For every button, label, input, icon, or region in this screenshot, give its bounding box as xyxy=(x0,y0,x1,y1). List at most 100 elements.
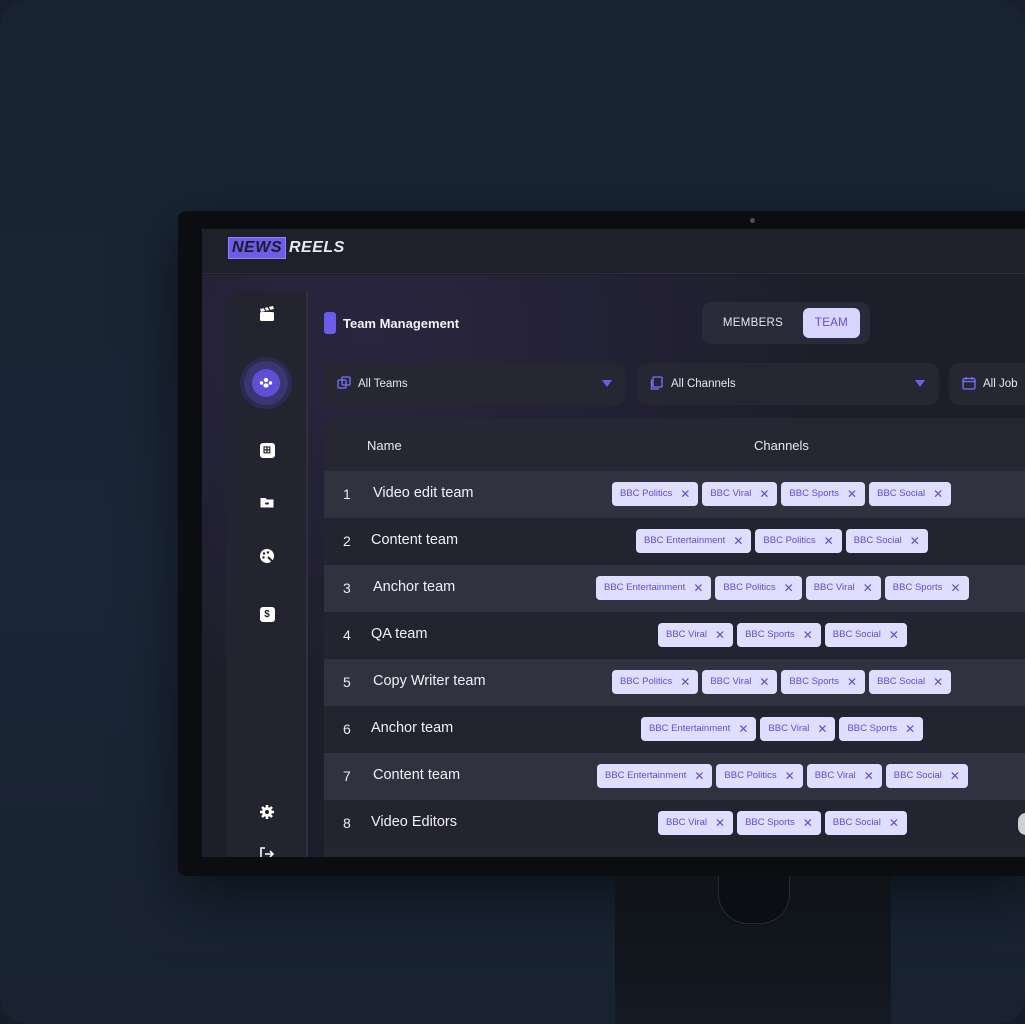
stand-notch xyxy=(718,876,790,924)
page-header: Team Management xyxy=(324,312,459,334)
dollar-icon[interactable]: $ xyxy=(257,603,277,623)
settings-icon[interactable] xyxy=(257,804,277,824)
channel-chip: BBC Politics ✕ xyxy=(612,482,699,506)
channel-chip: BBC Politics ✕ xyxy=(716,764,803,788)
logout-icon[interactable] xyxy=(257,846,277,857)
table-row[interactable]: 5 Copy Writer team BBC Politics ✕ BBC Viral ✕… xyxy=(324,659,1025,706)
column-header-channels: Channels xyxy=(754,438,809,453)
remove-chip-icon[interactable]: ✕ xyxy=(863,576,873,600)
remove-chip-icon[interactable]: ✕ xyxy=(803,623,813,647)
remove-chip-icon[interactable]: ✕ xyxy=(864,764,874,788)
row-number: 3 xyxy=(343,580,351,596)
channel-chip: BBC Social ✕ xyxy=(824,623,907,647)
table-row[interactable]: 4 QA team BBC Viral ✕ BBC Sports ✕ BBC Social ✕ xyxy=(324,612,1025,659)
team-tab[interactable]: TEAM xyxy=(803,308,860,338)
remove-chip-icon[interactable]: ✕ xyxy=(910,529,920,553)
channel-chip-label: BBC Politics xyxy=(620,676,673,687)
background-frame: NEWS REELS ⊞ $ Team Management MEMBERS T… xyxy=(0,0,1025,1024)
remove-chip-icon[interactable]: ✕ xyxy=(738,717,748,741)
logo-reels: REELS xyxy=(289,239,345,256)
remove-chip-icon[interactable]: ✕ xyxy=(694,764,704,788)
channel-chip: BBC Politics ✕ xyxy=(715,576,802,600)
channel-chip-label: BBC Entertainment xyxy=(605,770,687,781)
row-number: 7 xyxy=(343,768,351,784)
channel-chips: BBC Viral ✕ BBC Sports ✕ BBC Social ✕ xyxy=(658,811,907,835)
remove-chip-icon[interactable]: ✕ xyxy=(933,482,943,506)
logo[interactable]: NEWS REELS xyxy=(228,237,345,259)
channel-chip: BBC Sports ✕ xyxy=(737,811,821,835)
channel-chip: BBC Viral ✕ xyxy=(806,764,882,788)
channel-chip-label: BBC Politics xyxy=(724,770,777,781)
channel-chip: BBC Politics ✕ xyxy=(612,670,699,694)
remove-chip-icon[interactable]: ✕ xyxy=(715,623,725,647)
channel-chip: BBC Entertainment ✕ xyxy=(641,717,757,741)
remove-chip-icon[interactable]: ✕ xyxy=(847,670,857,694)
filter-channels-dropdown[interactable]: All Channels xyxy=(637,363,939,405)
row-number: 5 xyxy=(343,674,351,690)
channel-chips: BBC Viral ✕ BBC Sports ✕ BBC Social ✕ xyxy=(658,623,907,647)
remove-chip-icon[interactable]: ✕ xyxy=(785,764,795,788)
channel-chip: BBC Sports ✕ xyxy=(884,576,969,600)
channel-chip: BBC Sports ✕ xyxy=(781,482,866,506)
channel-chip-label: BBC Viral xyxy=(710,488,752,499)
channel-chips: BBC Entertainment ✕ BBC Politics ✕ BBC Socia… xyxy=(636,529,928,553)
channel-chip: BBC Sports ✕ xyxy=(737,623,821,647)
channel-chip-label: BBC Social xyxy=(832,817,881,828)
table-row[interactable]: 3 Anchor team BBC Entertainment ✕ BBC Politi… xyxy=(324,565,1025,612)
channel-chip-label: BBC Viral xyxy=(710,676,752,687)
channel-chip: BBC Viral ✕ xyxy=(702,482,778,506)
table-row[interactable]: 2 Content team BBC Entertainment ✕ BBC Polit… xyxy=(324,518,1025,565)
grid-icon[interactable]: ⊞ xyxy=(257,439,277,459)
calendar-icon xyxy=(962,376,976,393)
remove-chip-icon[interactable]: ✕ xyxy=(784,576,794,600)
remove-chip-icon[interactable]: ✕ xyxy=(905,717,915,741)
channel-chip: BBC Viral ✕ xyxy=(760,717,836,741)
table-row[interactable]: 6 Anchor team BBC Entertainment ✕ BBC Viral ✕… xyxy=(324,706,1025,753)
channel-chip-label: BBC Sports xyxy=(789,488,840,499)
channel-chip: BBC Entertainment ✕ xyxy=(636,529,752,553)
remove-chip-icon[interactable]: ✕ xyxy=(889,623,899,647)
table-row[interactable]: 8 Video Editors BBC Viral ✕ BBC Sports ✕ BBC S… xyxy=(324,800,1025,847)
filter-job-dropdown[interactable]: All Job xyxy=(949,363,1025,405)
remove-chip-icon[interactable]: ✕ xyxy=(824,529,834,553)
remove-chip-icon[interactable]: ✕ xyxy=(693,576,703,600)
team-name: QA team xyxy=(371,626,428,642)
channel-chip: BBC Viral ✕ xyxy=(658,811,734,835)
team-name: Content team xyxy=(373,767,461,783)
row-number: 2 xyxy=(343,533,351,549)
filter-teams-dropdown[interactable]: All Teams xyxy=(324,363,626,405)
page-title: Team Management xyxy=(343,315,460,331)
channel-chips: BBC Entertainment ✕ BBC Viral ✕ BBC Sports ✕ xyxy=(641,717,924,741)
remove-chip-icon[interactable]: ✕ xyxy=(680,482,690,506)
remove-chip-icon[interactable]: ✕ xyxy=(759,482,769,506)
remove-chip-icon[interactable]: ✕ xyxy=(680,670,690,694)
remove-chip-icon[interactable]: ✕ xyxy=(847,482,857,506)
remove-chip-icon[interactable]: ✕ xyxy=(759,670,769,694)
remove-chip-icon[interactable]: ✕ xyxy=(817,717,827,741)
sidebar-item-team[interactable] xyxy=(244,361,288,405)
remove-chip-icon[interactable]: ✕ xyxy=(803,811,813,835)
remove-chip-icon[interactable]: ✕ xyxy=(933,670,943,694)
table-row[interactable]: 1 Video edit team BBC Politics ✕ BBC Viral ✕ B… xyxy=(324,471,1025,518)
remove-chip-icon[interactable]: ✕ xyxy=(733,529,743,553)
team-name: Copy Writer team xyxy=(373,673,486,689)
members-tab[interactable]: MEMBERS xyxy=(712,308,794,338)
folder-icon[interactable] xyxy=(257,494,277,514)
row-number: 4 xyxy=(343,627,351,643)
channel-chip: BBC Social ✕ xyxy=(885,764,968,788)
channel-chip-label: BBC Viral xyxy=(666,629,708,640)
remove-chip-icon[interactable]: ✕ xyxy=(715,811,725,835)
remove-chip-icon[interactable]: ✕ xyxy=(889,811,899,835)
channel-chip-label: BBC Politics xyxy=(723,582,776,593)
channel-chip-label: BBC Politics xyxy=(620,488,673,499)
table-row[interactable]: 7 Content team BBC Entertainment ✕ BBC Polit… xyxy=(324,753,1025,800)
palette-icon[interactable] xyxy=(257,548,277,568)
team-name: Video Editors xyxy=(371,814,457,830)
channel-chip: BBC Social ✕ xyxy=(824,811,907,835)
remove-chip-icon[interactable]: ✕ xyxy=(950,576,960,600)
scroll-handle[interactable] xyxy=(1018,813,1025,835)
remove-chip-icon[interactable]: ✕ xyxy=(950,764,960,788)
channel-chip: BBC Social ✕ xyxy=(869,670,952,694)
clapperboard-icon[interactable] xyxy=(257,305,277,325)
channel-chip-label: BBC Viral xyxy=(666,817,708,828)
